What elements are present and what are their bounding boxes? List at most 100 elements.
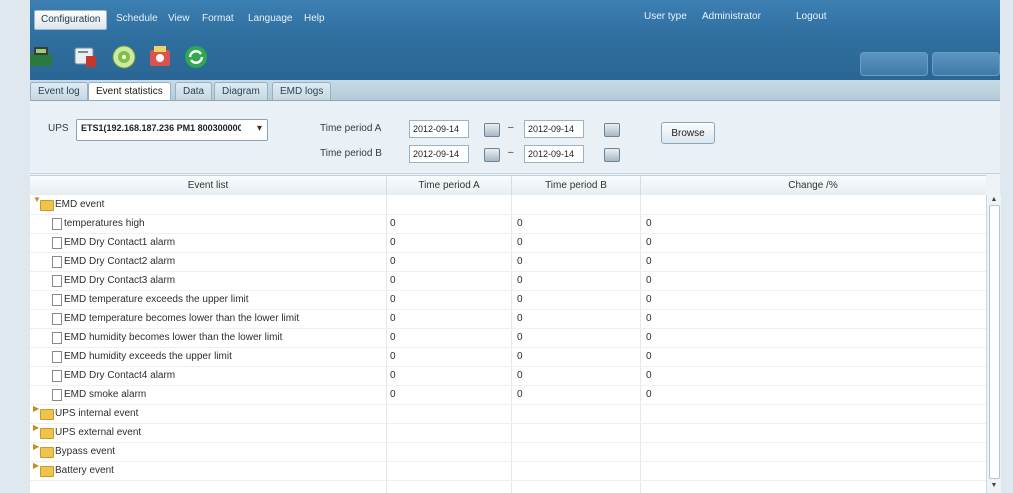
expand-right-icon[interactable]: ▶ <box>33 461 39 470</box>
folder-icon <box>40 447 54 458</box>
folder-icon <box>40 409 54 420</box>
scroll-down-icon[interactable]: ▼ <box>989 482 999 490</box>
cell-a: 0 <box>390 351 396 362</box>
ups-select[interactable]: ETS1(192.168.187.236 PM1 8003000000001) … <box>76 119 268 141</box>
table-group-row[interactable]: ▼ EMD event <box>30 195 986 215</box>
ups-device-icon[interactable] <box>26 42 58 72</box>
document-icon <box>52 370 62 382</box>
table-row[interactable]: EMD temperature exceeds the upper limit 0… <box>30 290 986 310</box>
table-row[interactable]: temperatures high 0 0 0 <box>30 214 986 234</box>
period-a-end-input[interactable] <box>524 120 584 138</box>
header: Configuration Schedule View Format Langu… <box>30 0 1000 84</box>
document-icon <box>52 313 62 325</box>
tab-event-statistics[interactable]: Event statistics <box>88 82 171 100</box>
table-row[interactable]: EMD Dry Contact1 alarm 0 0 0 <box>30 233 986 253</box>
cell-c: 0 <box>646 218 652 229</box>
period-a-start-input[interactable] <box>409 120 469 138</box>
document-icon <box>52 294 62 306</box>
cell-a: 0 <box>390 332 396 343</box>
table-row[interactable]: EMD smoke alarm 0 0 0 <box>30 385 986 405</box>
cell-c: 0 <box>646 237 652 248</box>
cell-b: 0 <box>517 256 523 267</box>
tab-data[interactable]: Data <box>175 82 213 100</box>
tab-emd-logs[interactable]: EMD logs <box>272 82 332 100</box>
cell-c: 0 <box>646 294 652 305</box>
menu-configuration[interactable]: Configuration <box>34 10 108 30</box>
table-row[interactable]: EMD Dry Contact4 alarm 0 0 0 <box>30 366 986 386</box>
expand-right-icon[interactable]: ▶ <box>33 442 39 451</box>
folder-icon <box>40 466 54 477</box>
period-b-start-input[interactable] <box>409 145 469 163</box>
cell-b: 0 <box>517 237 523 248</box>
cell-a: 0 <box>390 256 396 267</box>
document-icon <box>52 332 62 344</box>
cell-c: 0 <box>646 370 652 381</box>
header-action-button-1[interactable] <box>860 52 928 76</box>
event-name: EMD Dry Contact3 alarm <box>64 275 176 286</box>
col-time-period-b[interactable]: Time period B <box>512 176 641 195</box>
document-icon <box>52 275 62 287</box>
cell-b: 0 <box>517 218 523 229</box>
table-row[interactable]: EMD humidity becomes lower than the lowe… <box>30 328 986 348</box>
calendar-icon[interactable] <box>604 123 620 137</box>
menu-view[interactable]: View <box>162 10 196 28</box>
menu-language[interactable]: Language <box>242 10 299 28</box>
table-group-row[interactable]: ▶ UPS internal event <box>30 404 986 424</box>
calendar-icon[interactable] <box>484 123 500 137</box>
period-a-label: Time period A <box>320 123 382 134</box>
scrollbar-thumb[interactable] <box>989 205 1000 479</box>
event-name: EMD smoke alarm <box>64 389 147 400</box>
event-name: EMD Dry Contact2 alarm <box>64 256 176 267</box>
user-type-value: Administrator <box>702 11 761 22</box>
calendar-icon[interactable] <box>484 148 500 162</box>
cell-b: 0 <box>517 370 523 381</box>
table-row[interactable]: EMD Dry Contact2 alarm 0 0 0 <box>30 252 986 272</box>
menubar: Configuration Schedule View Format Langu… <box>30 10 1000 30</box>
browse-button[interactable]: Browse <box>661 122 715 144</box>
expand-right-icon[interactable]: ▶ <box>33 404 39 413</box>
toolbar <box>30 38 250 78</box>
document-icon <box>52 256 62 268</box>
menu-help[interactable]: Help <box>298 10 331 28</box>
table-group-row[interactable]: ▶ Bypass event <box>30 442 986 462</box>
col-change[interactable]: Change /% <box>641 176 985 195</box>
cell-b: 0 <box>517 313 523 324</box>
event-name: EMD Dry Contact1 alarm <box>64 237 176 248</box>
vertical-scrollbar[interactable]: ▲ ▼ <box>986 195 1001 493</box>
table-row[interactable]: EMD temperature becomes lower than the l… <box>30 309 986 329</box>
tab-diagram[interactable]: Diagram <box>214 82 268 100</box>
table-group-row[interactable]: ▶ Battery event <box>30 461 986 481</box>
refresh-icon[interactable] <box>180 42 212 72</box>
cell-c: 0 <box>646 332 652 343</box>
table-row[interactable]: EMD humidity exceeds the upper limit 0 0 0 <box>30 347 986 367</box>
logout-link[interactable]: Logout <box>796 11 827 22</box>
cell-c: 0 <box>646 389 652 400</box>
header-action-button-2[interactable] <box>932 52 1000 76</box>
event-name: Battery event <box>55 465 114 476</box>
tab-event-log[interactable]: Event log <box>30 82 88 100</box>
period-b-end-input[interactable] <box>524 145 584 163</box>
ups-label: UPS <box>48 123 69 134</box>
event-name: EMD temperature becomes lower than the l… <box>64 313 300 324</box>
col-time-period-a[interactable]: Time period A <box>387 176 512 195</box>
menu-format[interactable]: Format <box>196 10 240 28</box>
filter-panel: UPS ETS1(192.168.187.236 PM1 80030000000… <box>30 101 1000 174</box>
cell-b: 0 <box>517 351 523 362</box>
scroll-up-icon[interactable]: ▲ <box>989 196 999 204</box>
expand-right-icon[interactable]: ▶ <box>33 423 39 432</box>
cell-b: 0 <box>517 332 523 343</box>
event-name: EMD Dry Contact4 alarm <box>64 370 176 381</box>
calendar-icon[interactable] <box>604 148 620 162</box>
col-event-list[interactable]: Event list <box>30 176 387 195</box>
monitor-icon[interactable] <box>108 42 140 72</box>
cell-a: 0 <box>390 294 396 305</box>
tab-bar: Event log Event statistics Data Diagram … <box>30 80 1000 101</box>
table-group-row[interactable]: ▶ UPS external event <box>30 423 986 443</box>
event-name: EMD temperature exceeds the upper limit <box>64 294 249 305</box>
alarm-icon[interactable] <box>144 42 176 72</box>
table-row[interactable]: EMD Dry Contact3 alarm 0 0 0 <box>30 271 986 291</box>
document-icon <box>52 389 62 401</box>
settings-tools-icon[interactable] <box>70 42 102 72</box>
menu-schedule[interactable]: Schedule <box>110 10 164 28</box>
event-name: EMD humidity exceeds the upper limit <box>64 351 232 362</box>
